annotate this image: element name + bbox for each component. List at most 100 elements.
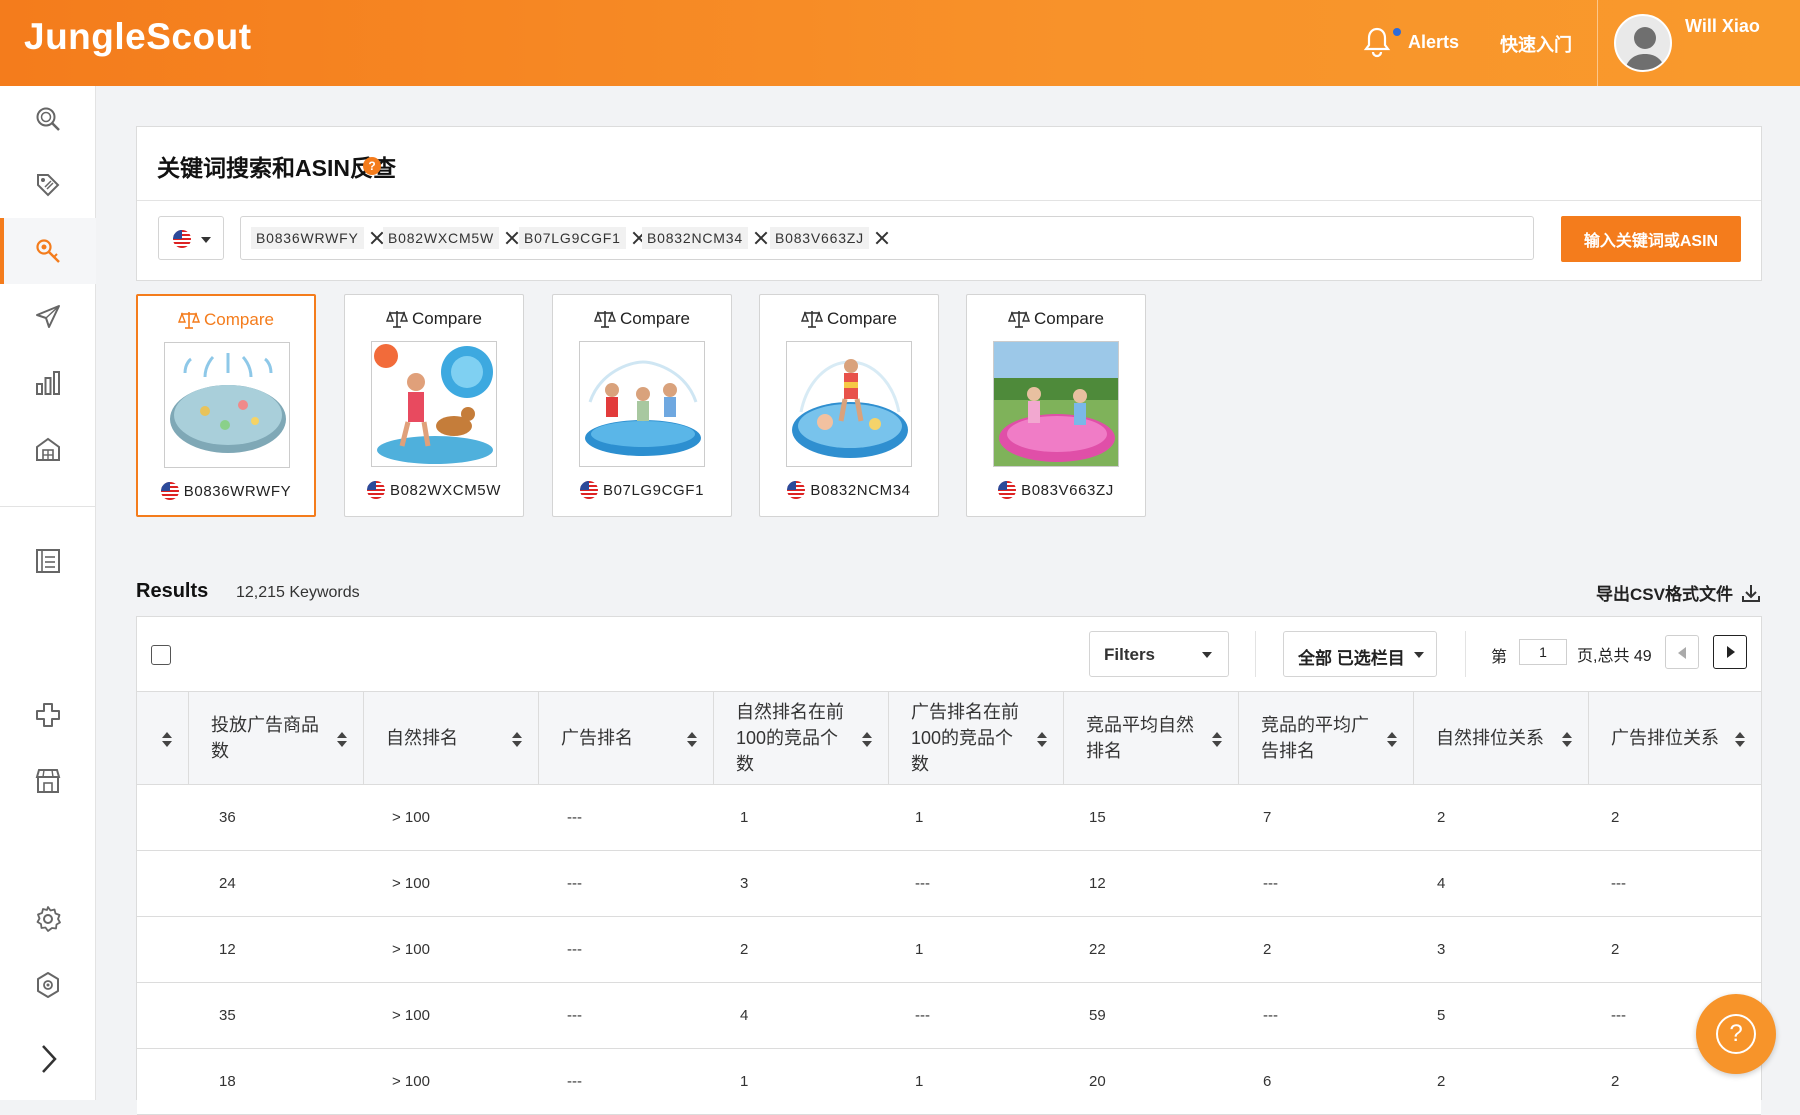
product-card[interactable]: Compare B07LG9CGF1 xyxy=(552,294,732,517)
table-cell: > 100 xyxy=(392,1007,430,1024)
close-icon[interactable] xyxy=(754,231,768,245)
close-icon[interactable] xyxy=(505,231,519,245)
column-header[interactable]: 自然排名 xyxy=(364,692,539,784)
compare-toggle[interactable]: Compare xyxy=(345,309,523,329)
quick-start-link[interactable]: 快速入门 xyxy=(1500,31,1572,57)
table-cell: > 100 xyxy=(392,809,430,826)
sidebar-item-supplier-database[interactable] xyxy=(0,416,96,482)
page-number-input[interactable]: 1 xyxy=(1519,639,1567,665)
product-card[interactable]: Compare B083V663ZJ xyxy=(966,294,1146,517)
compare-toggle[interactable]: Compare xyxy=(138,310,314,330)
columns-dropdown[interactable]: 全部 已选栏目 xyxy=(1283,631,1437,677)
table-cell: --- xyxy=(567,1073,582,1090)
compare-toggle[interactable]: Compare xyxy=(553,309,731,329)
table-header: 投放广告商品数 自然排名 广告排名 自然排名在前100的竞品个数 广告排名在前1… xyxy=(137,691,1761,785)
sort-icon[interactable] xyxy=(687,732,697,748)
bell-icon[interactable] xyxy=(1362,26,1392,58)
scale-icon xyxy=(178,312,201,329)
close-icon[interactable] xyxy=(875,231,889,245)
table-cell: 7 xyxy=(1263,809,1272,826)
sidebar xyxy=(0,86,96,1100)
search-submit-button[interactable]: 输入关键词或ASIN xyxy=(1561,216,1741,262)
chevron-down-icon xyxy=(1414,652,1424,658)
column-header-label: 自然排位关系 xyxy=(1436,728,1544,748)
table-cell: 12 xyxy=(1089,875,1106,892)
sidebar-item-admin[interactable] xyxy=(0,952,96,1018)
table-row[interactable]: 36 > 100 --- 1 1 15 7 2 2 xyxy=(137,785,1761,851)
column-header[interactable]: 投放广告商品数 xyxy=(189,692,364,784)
sidebar-item-product-database[interactable] xyxy=(0,86,96,152)
sidebar-item-store[interactable] xyxy=(0,748,96,814)
asin-tag-input[interactable]: B0836WRWFY B082WXCM5W B07LG9CGF1 B0832NC… xyxy=(240,216,1534,260)
compare-toggle[interactable]: Compare xyxy=(967,309,1145,329)
next-page-button[interactable] xyxy=(1713,635,1747,669)
table-cell: 36 xyxy=(219,809,236,826)
product-card[interactable]: Compare B0832NCM34 xyxy=(759,294,939,517)
table-cell: 1 xyxy=(915,1073,924,1090)
column-header[interactable]: 竞品的平均广告排名 xyxy=(1239,692,1414,784)
compare-toggle[interactable]: Compare xyxy=(760,309,938,329)
sort-icon[interactable] xyxy=(862,732,872,748)
avatar[interactable] xyxy=(1614,14,1672,72)
table-row[interactable]: 12 > 100 --- 2 1 22 2 3 2 xyxy=(137,917,1761,983)
asin-tag-label: B0836WRWFY xyxy=(251,227,364,249)
header-divider xyxy=(1597,0,1598,86)
us-flag-icon xyxy=(579,481,598,499)
help-button[interactable]: ? xyxy=(1696,994,1776,1074)
sort-icon[interactable] xyxy=(512,732,522,748)
compare-label: Compare xyxy=(827,309,897,328)
sidebar-item-extension[interactable] xyxy=(0,682,96,748)
table-cell: --- xyxy=(915,1007,930,1024)
column-header[interactable]: 自然排位关系 xyxy=(1414,692,1589,784)
prev-page-button[interactable] xyxy=(1665,635,1699,669)
sort-icon[interactable] xyxy=(162,732,172,748)
sidebar-item-sales-analytics[interactable] xyxy=(0,350,96,416)
table-row[interactable]: 18 > 100 --- 1 1 20 6 2 2 xyxy=(137,1049,1761,1115)
product-card[interactable]: Compare B0836WRWFY xyxy=(136,294,316,517)
country-select[interactable] xyxy=(158,216,224,260)
results-count: 12,215 Keywords xyxy=(236,584,360,601)
table-cell: --- xyxy=(567,941,582,958)
sort-icon[interactable] xyxy=(1387,732,1397,748)
user-name[interactable]: Will Xiao xyxy=(1685,16,1760,37)
app-logo[interactable]: JungleScout xyxy=(24,16,252,58)
sort-icon[interactable] xyxy=(1037,732,1047,748)
select-all-checkbox[interactable] xyxy=(151,645,171,665)
table-row[interactable]: 35 > 100 --- 4 --- 59 --- 5 --- xyxy=(137,983,1761,1049)
column-header[interactable]: 广告排名在前100的竞品个数 xyxy=(889,692,1064,784)
product-asin-label: B0832NCM34 xyxy=(810,481,911,499)
product-image xyxy=(993,341,1119,467)
product-card[interactable]: Compare B082WXCM5W xyxy=(344,294,524,517)
bar-chart-icon xyxy=(36,371,60,395)
column-header[interactable]: 自然排名在前100的竞品个数 xyxy=(714,692,889,784)
table-row[interactable]: 24 > 100 --- 3 --- 12 --- 4 --- xyxy=(137,851,1761,917)
sidebar-item-product-tracker[interactable] xyxy=(0,152,96,218)
search-icon xyxy=(36,107,60,131)
table-cell: 4 xyxy=(1437,875,1446,892)
column-header[interactable]: 广告排名 xyxy=(539,692,714,784)
help-badge-icon[interactable]: ? xyxy=(363,157,381,175)
column-header[interactable]: 竞品平均自然排名 xyxy=(1064,692,1239,784)
sidebar-item-academy[interactable] xyxy=(0,528,96,594)
chevron-down-icon xyxy=(1202,652,1212,658)
sort-icon[interactable] xyxy=(337,732,347,748)
alerts-link[interactable]: Alerts xyxy=(1408,32,1459,53)
sort-icon[interactable] xyxy=(1735,732,1745,748)
sort-icon[interactable] xyxy=(1562,732,1572,748)
sort-icon[interactable] xyxy=(1212,732,1222,748)
column-header-label: 广告排名 xyxy=(561,728,633,748)
column-header-keyword[interactable] xyxy=(137,692,189,784)
sidebar-item-launch[interactable] xyxy=(0,284,96,350)
sidebar-item-keyword-scout[interactable] xyxy=(0,218,96,284)
export-csv-button[interactable]: 导出CSV格式文件 xyxy=(1596,580,1761,605)
sidebar-item-settings[interactable] xyxy=(0,886,96,952)
filters-label: Filters xyxy=(1104,645,1156,664)
page-prefix: 第 xyxy=(1491,649,1508,666)
filters-dropdown[interactable]: Filters xyxy=(1089,631,1229,677)
us-flag-icon xyxy=(998,481,1017,499)
close-icon[interactable] xyxy=(370,231,384,245)
column-header[interactable]: 广告排位关系 xyxy=(1589,692,1761,784)
product-asin-label: B0836WRWFY xyxy=(183,482,292,500)
sidebar-expand-toggle[interactable] xyxy=(0,1026,96,1092)
table-cell: --- xyxy=(1263,875,1278,892)
